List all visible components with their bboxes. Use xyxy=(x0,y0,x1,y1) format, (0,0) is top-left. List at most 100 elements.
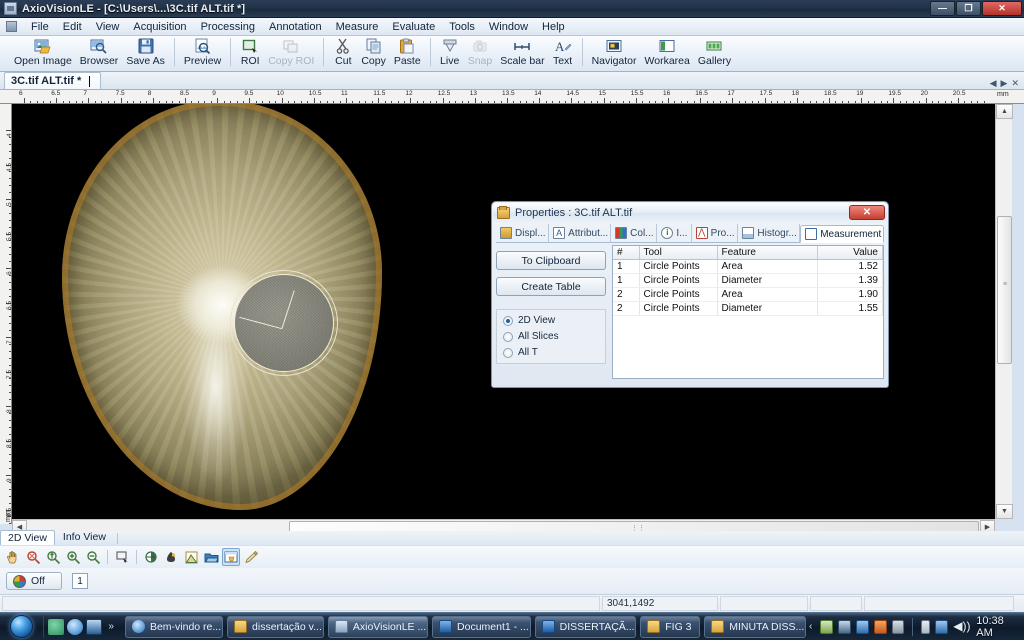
taskbar-button-minuta[interactable]: MINUTA DISS... xyxy=(704,615,807,638)
properties-dialog[interactable]: Properties : 3C.tif ALT.tif ✕ Displ... A… xyxy=(491,201,889,388)
toolbar-button-gallery[interactable]: Gallery xyxy=(694,36,735,70)
column-header-index[interactable]: # xyxy=(613,246,640,260)
tab-next-button[interactable]: ▶ xyxy=(1001,78,1008,89)
battery-icon[interactable] xyxy=(921,619,931,634)
pan-hand-icon[interactable] xyxy=(4,548,22,566)
view-tab-2d[interactable]: 2D View xyxy=(0,530,55,545)
zoom-fit-icon[interactable] xyxy=(24,548,42,566)
menu-item-annotation[interactable]: Annotation xyxy=(262,19,329,35)
toolbar-button-open-image[interactable]: Open Image xyxy=(10,36,76,70)
column-header-tool[interactable]: Tool xyxy=(639,246,718,260)
taskbar-button-fig3[interactable]: FIG 3 xyxy=(640,615,701,638)
to-clipboard-button[interactable]: To Clipboard xyxy=(496,251,606,270)
table-row[interactable]: 2 Circle Points Diameter 1.55 xyxy=(613,301,883,316)
tab-close-button[interactable]: ✕ xyxy=(1011,78,1019,89)
restore-button[interactable]: ❐ xyxy=(956,1,981,16)
toolbar-button-navigator[interactable]: Navigator xyxy=(588,36,641,70)
dialog-tab-attributes[interactable]: A Attribut... xyxy=(549,224,612,242)
vertical-scrollbar[interactable]: ▲ ≡ ▼ xyxy=(995,104,1013,519)
create-table-button[interactable]: Create Table xyxy=(496,277,606,296)
menu-item-edit[interactable]: Edit xyxy=(56,19,89,35)
tray-expand-chevron[interactable]: ‹ xyxy=(806,621,815,632)
show-desktop-users-icon[interactable] xyxy=(48,618,65,635)
menu-item-measure[interactable]: Measure xyxy=(329,19,386,35)
measurement-table-panel[interactable]: # Tool Feature Value 1 Circle Points Are… xyxy=(612,245,884,379)
toolbar-button-workarea[interactable]: Workarea xyxy=(641,36,694,70)
zoom-in-icon[interactable] xyxy=(64,548,82,566)
toolbar-button-cut[interactable]: Cut xyxy=(329,36,357,70)
minimize-button[interactable]: — xyxy=(930,1,955,16)
system-clock[interactable]: 10:38 AM xyxy=(972,615,1018,639)
vertical-scroll-thumb[interactable]: ≡ xyxy=(997,216,1012,364)
channel-toggle-button[interactable]: Off xyxy=(6,572,62,590)
toolbar-button-scale-bar[interactable]: Scale bar xyxy=(496,36,548,70)
taskbar-button-bem-vindo[interactable]: Bem-vindo re... xyxy=(124,615,224,638)
menu-item-file[interactable]: File xyxy=(24,19,56,35)
update-icon[interactable] xyxy=(873,619,887,634)
taskbar-button-document1[interactable]: Document1 - ... xyxy=(432,615,531,638)
gamma-icon[interactable] xyxy=(162,548,180,566)
quick-launch-overflow[interactable]: » xyxy=(105,621,117,632)
table-row[interactable]: 2 Circle Points Area 1.90 xyxy=(613,287,883,302)
document-tab[interactable]: 3C.tif ALT.tif * xyxy=(4,72,102,89)
dialog-tab-display[interactable]: Displ... xyxy=(496,224,550,242)
folder-open-icon[interactable] xyxy=(202,548,220,566)
window-image-icon[interactable] xyxy=(222,548,240,566)
volume-icon[interactable]: ◀)) xyxy=(953,619,970,634)
menu-item-processing[interactable]: Processing xyxy=(194,19,262,35)
radio-option-2d-view[interactable]: 2D View xyxy=(503,315,599,326)
dialog-tab-info[interactable]: i I... xyxy=(657,224,692,242)
view-tab-info[interactable]: Info View xyxy=(55,529,114,545)
dialog-tab-profile[interactable]: ⋀ Pro... xyxy=(692,224,739,242)
radio-option-all-t[interactable]: All T xyxy=(503,347,599,358)
channel-number[interactable]: 1 xyxy=(72,573,88,589)
show-desktop-icon[interactable] xyxy=(86,618,103,635)
internet-explorer-icon[interactable] xyxy=(67,618,84,635)
dialog-tab-histogram[interactable]: Histogr... xyxy=(738,224,801,242)
menu-item-view[interactable]: View xyxy=(89,19,127,35)
taskbar-button-axiovision[interactable]: AxioVisionLE ... xyxy=(327,615,429,638)
menu-item-acquisition[interactable]: Acquisition xyxy=(126,19,193,35)
dialog-title-bar[interactable]: Properties : 3C.tif ALT.tif ✕ xyxy=(493,203,887,222)
toolbar-button-save-as[interactable]: Save As xyxy=(122,36,169,70)
dialog-tab-colors[interactable]: Col... xyxy=(611,224,658,242)
system-menu-icon[interactable] xyxy=(6,21,17,32)
zoom-100-icon[interactable] xyxy=(44,548,62,566)
dialog-tab-measurement[interactable]: Measurement xyxy=(800,225,884,243)
scroll-down-button[interactable]: ▼ xyxy=(996,504,1013,519)
display-settings-icon[interactable] xyxy=(855,619,869,634)
select-rect-icon[interactable] xyxy=(113,548,131,566)
pencil-icon[interactable] xyxy=(242,548,260,566)
menu-item-window[interactable]: Window xyxy=(482,19,535,35)
table-row[interactable]: 1 Circle Points Diameter 1.39 xyxy=(613,273,883,288)
antivirus-icon[interactable] xyxy=(820,619,834,634)
taskbar-button-dissertacao-doc[interactable]: DISSERTAÇÃ... xyxy=(534,615,637,638)
column-header-feature[interactable]: Feature xyxy=(717,246,818,260)
measurement-overlay[interactable] xyxy=(230,270,340,378)
menu-item-evaluate[interactable]: Evaluate xyxy=(385,19,442,35)
menu-item-help[interactable]: Help xyxy=(535,19,572,35)
close-button[interactable]: ✕ xyxy=(982,1,1022,16)
radio-option-all-slices[interactable]: All Slices xyxy=(503,331,599,342)
toolbar-button-text[interactable]: A Text xyxy=(549,36,577,70)
network-icon[interactable] xyxy=(935,619,949,634)
curve-icon[interactable] xyxy=(182,548,200,566)
taskbar-button-dissertacao[interactable]: dissertação v... xyxy=(227,615,324,638)
toolbar-button-roi[interactable]: ROI xyxy=(236,36,264,70)
toolbar-button-browser[interactable]: Browser xyxy=(76,36,123,70)
column-header-value[interactable]: Value xyxy=(817,246,883,260)
toolbar-button-copy[interactable]: Copy xyxy=(357,36,390,70)
toolbar-button-live[interactable]: Live xyxy=(436,36,464,70)
toolbar-button-preview[interactable]: Preview xyxy=(180,36,225,70)
scroll-up-button[interactable]: ▲ xyxy=(996,104,1013,119)
network-connection-icon[interactable] xyxy=(838,619,851,634)
dialog-close-button[interactable]: ✕ xyxy=(849,205,885,220)
zoom-out-icon[interactable] xyxy=(84,548,102,566)
tab-prev-button[interactable]: ◀ xyxy=(990,78,997,89)
menu-item-tools[interactable]: Tools xyxy=(442,19,482,35)
toolbar-button-paste[interactable]: Paste xyxy=(390,36,425,70)
table-row[interactable]: 1 Circle Points Area 1.52 xyxy=(613,259,883,274)
monitor-icon[interactable] xyxy=(891,619,905,634)
start-button[interactable] xyxy=(0,614,43,640)
contrast-icon[interactable] xyxy=(142,548,160,566)
